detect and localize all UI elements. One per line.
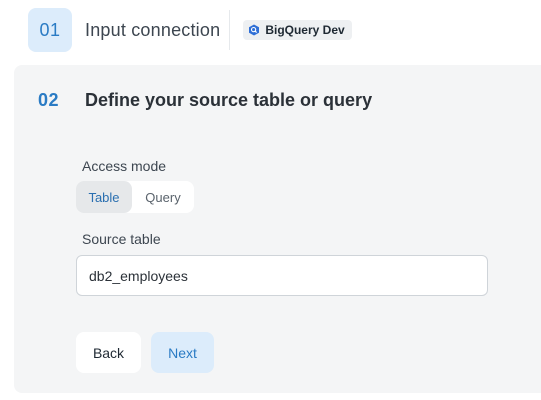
connection-badge: BigQuery Dev — [243, 20, 352, 40]
connection-name: BigQuery Dev — [265, 23, 345, 37]
access-mode-toggle: Table Query — [76, 181, 194, 213]
divider — [229, 10, 231, 50]
step-title: Define your source table or query — [85, 90, 373, 110]
access-mode-label: Access mode — [82, 158, 167, 174]
step-number: 01 — [28, 8, 72, 52]
step-number: 02 — [38, 90, 60, 110]
back-button[interactable]: Back — [76, 332, 141, 373]
access-mode-query-option[interactable]: Query — [132, 181, 194, 213]
next-button[interactable]: Next — [151, 332, 214, 373]
bigquery-icon — [249, 24, 260, 36]
source-table-input[interactable] — [76, 255, 488, 296]
source-table-label: Source table — [82, 231, 161, 247]
step-title: Input connection — [85, 19, 221, 40]
access-mode-table-option[interactable]: Table — [76, 181, 132, 213]
step-define-source-panel: 02 Define your source table or query Acc… — [14, 65, 541, 393]
step-input-connection: 01 Input connection BigQuery Dev — [28, 8, 352, 52]
